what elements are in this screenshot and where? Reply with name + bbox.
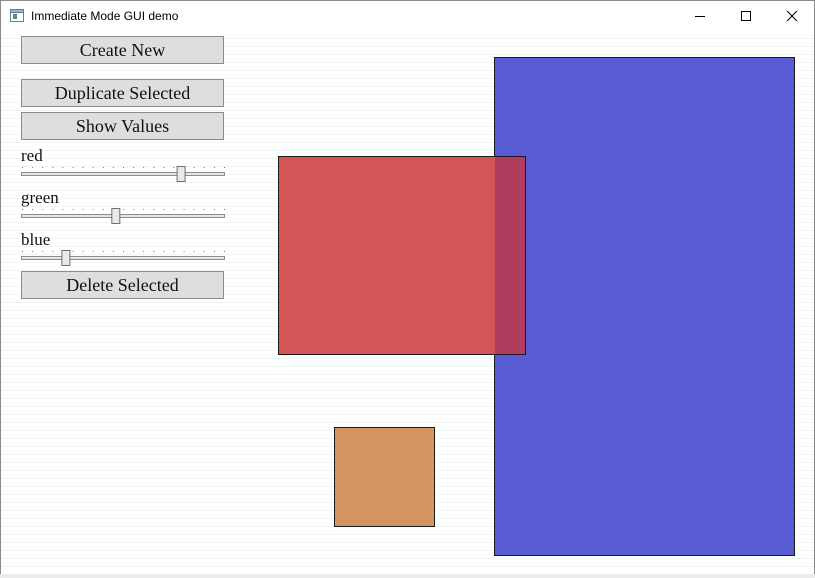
slider-tick xyxy=(163,167,165,168)
slider-track xyxy=(21,214,225,218)
title-bar[interactable]: Immediate Mode GUI demo xyxy=(1,1,814,31)
slider-tick xyxy=(52,251,54,252)
slider-tick xyxy=(193,251,195,252)
slider-tick xyxy=(213,251,215,252)
slider-tick xyxy=(42,167,44,168)
slider-tick xyxy=(82,251,84,252)
slider-tick xyxy=(62,167,64,168)
slider-tick xyxy=(183,251,185,252)
slider-tick xyxy=(82,209,84,210)
blue-rectangle[interactable] xyxy=(494,57,795,556)
slider-tick xyxy=(52,209,54,210)
slider-tick xyxy=(163,251,165,252)
slider-tick xyxy=(133,251,135,252)
slider-graphic xyxy=(21,250,225,266)
slider-tick xyxy=(143,251,145,252)
slider-tick xyxy=(92,167,94,168)
slider-tick xyxy=(32,251,34,252)
slider-tick xyxy=(62,209,64,210)
slider-tick xyxy=(92,209,94,210)
slider-tick xyxy=(143,167,145,168)
slider-tick xyxy=(133,209,135,210)
app-window: Immediate Mode GUI demo Create New Dupli… xyxy=(0,0,815,578)
slider-tick xyxy=(193,209,195,210)
slider-tick xyxy=(153,167,155,168)
slider-tick xyxy=(82,167,84,168)
slider-track xyxy=(21,172,225,176)
slider-tick xyxy=(102,209,104,210)
green-slider[interactable] xyxy=(21,208,225,224)
slider-graphic xyxy=(21,166,225,182)
red-rectangle-edge xyxy=(495,156,526,355)
green-slider-label: green xyxy=(21,188,59,207)
red-rectangle[interactable] xyxy=(278,156,526,355)
slider-tick xyxy=(163,209,165,210)
slider-thumb xyxy=(176,166,186,182)
slider-tick xyxy=(32,167,34,168)
slider-tick xyxy=(22,167,23,168)
red-slider-label: red xyxy=(21,146,43,165)
slider-tick xyxy=(42,209,44,210)
slider-tick xyxy=(32,209,34,210)
slider-tick xyxy=(173,209,175,210)
slider-tick xyxy=(112,251,114,252)
slider-tick xyxy=(213,167,215,168)
slider-tick xyxy=(203,209,205,210)
close-icon xyxy=(786,10,798,22)
slider-tick xyxy=(224,251,225,252)
slider-tick xyxy=(22,251,23,252)
slider-tick xyxy=(203,167,205,168)
slider-tick xyxy=(143,209,145,210)
minimize-icon xyxy=(695,16,705,17)
blue-slider-label: blue xyxy=(21,230,51,249)
blue-slider[interactable] xyxy=(21,250,225,266)
slider-thumb xyxy=(111,208,121,224)
slider-tick xyxy=(72,209,74,210)
slider-track xyxy=(21,256,225,260)
slider-tick xyxy=(203,251,205,252)
orange-square[interactable] xyxy=(334,427,435,527)
create-new-button[interactable]: Create New xyxy=(21,36,224,64)
show-values-button[interactable]: Show Values xyxy=(21,112,224,140)
slider-tick xyxy=(123,209,124,210)
slider-tick xyxy=(42,251,44,252)
slider-tick xyxy=(133,167,135,168)
slider-tick xyxy=(72,167,74,168)
slider-tick xyxy=(213,209,215,210)
slider-graphic xyxy=(21,208,225,224)
slider-tick xyxy=(173,167,175,168)
delete-selected-button[interactable]: Delete Selected xyxy=(21,271,224,299)
slider-tick xyxy=(224,209,225,210)
canvas-area[interactable]: Create New Duplicate Selected Show Value… xyxy=(1,31,814,577)
close-button[interactable] xyxy=(769,1,814,31)
window-app-icon xyxy=(10,9,24,22)
window-title: Immediate Mode GUI demo xyxy=(31,9,179,23)
slider-tick xyxy=(52,167,54,168)
slider-tick xyxy=(112,167,114,168)
slider-tick xyxy=(102,167,104,168)
slider-tick xyxy=(153,209,155,210)
slider-tick xyxy=(153,251,155,252)
duplicate-selected-button[interactable]: Duplicate Selected xyxy=(21,79,224,107)
slider-thumb xyxy=(61,250,71,266)
window-bottom-edge xyxy=(0,574,815,578)
slider-tick xyxy=(102,251,104,252)
slider-tick xyxy=(183,209,185,210)
slider-tick xyxy=(123,251,124,252)
slider-tick xyxy=(92,251,94,252)
slider-tick xyxy=(173,251,175,252)
slider-tick xyxy=(22,209,23,210)
slider-tick xyxy=(224,167,225,168)
maximize-icon xyxy=(741,11,751,21)
maximize-button[interactable] xyxy=(723,1,769,31)
slider-tick xyxy=(72,251,74,252)
minimize-button[interactable] xyxy=(677,1,723,31)
slider-tick xyxy=(123,167,124,168)
red-slider[interactable] xyxy=(21,166,225,182)
slider-tick xyxy=(193,167,195,168)
